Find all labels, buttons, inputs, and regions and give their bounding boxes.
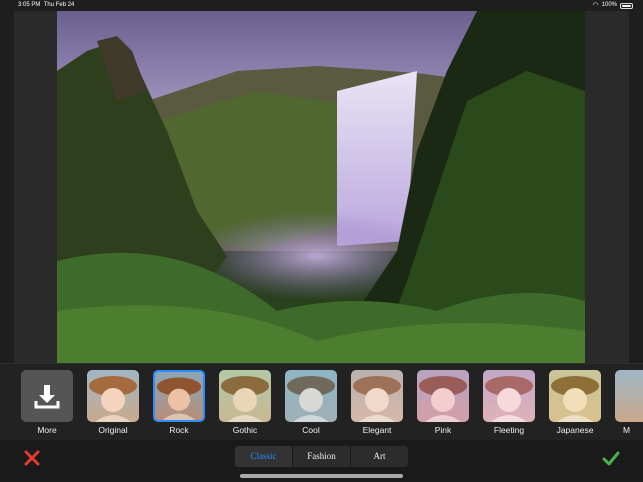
- filter-label: More: [37, 425, 57, 435]
- filter-fleeting[interactable]: Fleeting: [481, 370, 537, 435]
- filter-thumb: [483, 370, 535, 422]
- filter-label: Fleeting: [493, 425, 525, 435]
- filter-original[interactable]: Original: [85, 370, 141, 435]
- filter-gothic[interactable]: Gothic: [217, 370, 273, 435]
- filter-strip: More Original Rock Gothic Cool Elegant P…: [0, 363, 643, 440]
- tab-art[interactable]: Art: [351, 446, 408, 467]
- filter-label: Rock: [169, 425, 189, 435]
- battery-percent: 100%: [601, 2, 617, 8]
- filter-thumb: [153, 370, 205, 422]
- battery-icon: [620, 2, 633, 9]
- status-bar: 3:05 PM Thu Feb 24 ◠ 100%: [0, 0, 643, 11]
- filter-thumb: [417, 370, 469, 422]
- close-icon: [24, 450, 40, 466]
- filter-label: Elegant: [362, 425, 392, 435]
- filter-partial[interactable]: M: [613, 370, 643, 435]
- filter-thumb: [87, 370, 139, 422]
- filter-cool[interactable]: Cool: [283, 370, 339, 435]
- photo-stage: [14, 11, 629, 363]
- filter-elegant[interactable]: Elegant: [349, 370, 405, 435]
- filter-more[interactable]: More: [19, 370, 75, 435]
- filter-label: Original: [98, 425, 128, 435]
- filter-label: M: [623, 425, 631, 435]
- filter-label: Cool: [302, 425, 320, 435]
- confirm-button[interactable]: [601, 448, 621, 468]
- home-indicator: [240, 474, 403, 478]
- filter-thumb: [549, 370, 601, 422]
- filter-label: Japanese: [556, 425, 594, 435]
- filter-label: Gothic: [232, 425, 258, 435]
- status-time: 3:05 PM Thu Feb 24: [18, 2, 75, 8]
- filter-thumb: [285, 370, 337, 422]
- filter-thumb: [351, 370, 403, 422]
- wifi-icon: ◠: [592, 2, 599, 9]
- photo-preview: [57, 11, 585, 363]
- download-icon: [21, 370, 73, 422]
- filter-thumb: [219, 370, 271, 422]
- filter-japanese[interactable]: Japanese: [547, 370, 603, 435]
- filter-thumb: [615, 370, 643, 422]
- checkmark-icon: [602, 451, 620, 466]
- cancel-button[interactable]: [22, 448, 42, 468]
- status-right: ◠ 100%: [593, 0, 633, 11]
- filter-category-tabs: Classic Fashion Art: [235, 446, 408, 467]
- filter-pink[interactable]: Pink: [415, 370, 471, 435]
- filter-rock[interactable]: Rock: [151, 370, 207, 435]
- filter-label: Pink: [434, 425, 452, 435]
- tab-classic[interactable]: Classic: [235, 446, 293, 467]
- tab-fashion[interactable]: Fashion: [293, 446, 351, 467]
